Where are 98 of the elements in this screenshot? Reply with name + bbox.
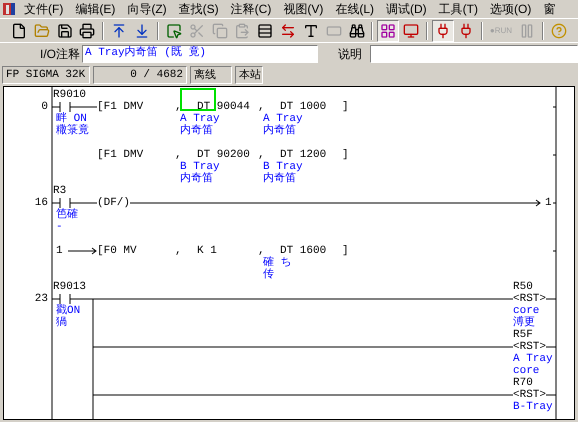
operand-comment: B Tray <box>263 161 303 173</box>
status-field: FP SIGMA 32K <box>2 66 90 84</box>
menu-item[interactable]: 注释(C) <box>224 0 278 18</box>
cursor-icon <box>166 22 182 38</box>
coil-instruction: <RST> <box>513 293 546 305</box>
operand-comment: 内奇笛 <box>180 125 213 137</box>
new-file-icon <box>10 22 27 38</box>
comma-separator: , <box>258 245 265 257</box>
coil-comment: core <box>513 365 540 377</box>
coil-label: R70 <box>513 377 533 389</box>
printer-icon <box>79 22 96 38</box>
operand: DT 90200 <box>197 149 250 161</box>
contact-comment: 畔 ON <box>56 113 87 125</box>
swap-arrows-icon <box>280 22 296 38</box>
operand-comment: B Tray <box>180 161 220 173</box>
menu-item[interactable]: 调试(D) <box>380 0 433 18</box>
comma-separator: , <box>175 245 182 257</box>
comma-separator: , <box>258 149 265 161</box>
comma-separator: , <box>175 149 182 161</box>
grid-icon <box>257 22 274 38</box>
coil-comment: 溥更 <box>513 317 535 329</box>
comma-separator: , <box>258 101 265 113</box>
description-field[interactable] <box>370 44 578 62</box>
coil-comment: A Tray <box>513 353 553 365</box>
operand-comment: 確 ち <box>263 257 292 269</box>
coil-comment: core <box>513 305 540 317</box>
binoculars-icon <box>348 22 364 38</box>
coil-comment: B-Tray <box>513 401 553 413</box>
monitor-icon <box>403 22 420 38</box>
closing-bracket: ] <box>342 245 349 257</box>
status-field: 离线 <box>190 66 232 84</box>
jump-target: 1 <box>545 197 552 209</box>
instruction: [F1 DMV <box>97 101 144 113</box>
operand: DT 90044 <box>197 101 250 113</box>
menu-item[interactable]: 文件(F) <box>18 0 70 18</box>
wire <box>546 298 556 300</box>
contact-comment: - <box>56 221 63 233</box>
comma-separator: , <box>175 101 182 113</box>
operand-comment: A Tray <box>180 113 220 125</box>
menu-item[interactable]: 向导(Z) <box>121 0 173 18</box>
app-icon <box>2 2 16 16</box>
folder-icon <box>34 22 50 38</box>
operand: DT 1600 <box>280 245 326 257</box>
output-instruction: (DF/) <box>97 197 130 209</box>
status-field: 0 / 4682 <box>93 66 187 84</box>
operand-comment: 内奇笛 <box>180 173 213 185</box>
instruction: [F0 MV <box>97 245 137 257</box>
contact-label: R9013 <box>53 281 86 293</box>
contact-comment: 糤箓竟 <box>56 125 89 137</box>
pause-icon <box>519 22 536 38</box>
operand-comment: A Tray <box>263 113 303 125</box>
save-icon <box>56 22 73 38</box>
contact-symbol <box>52 198 98 208</box>
continuation-marker: 1 <box>56 245 63 257</box>
clipboard-icon <box>234 22 250 38</box>
io-comment-field[interactable]: A Tray内奇笛 (既 竟) <box>82 44 318 62</box>
wire <box>546 346 556 348</box>
contact-comment: 笆確 <box>56 209 78 221</box>
continuation-arrow <box>68 248 97 254</box>
closing-bracket: ] <box>342 149 349 161</box>
status-field: 本站 <box>235 66 263 84</box>
operand: K 1 <box>197 245 217 257</box>
closing-bracket: ] <box>342 101 349 113</box>
letter-icon <box>302 22 319 38</box>
description-label: 说明 <box>338 46 363 62</box>
io-comment-label: I/O注释 <box>38 46 81 62</box>
step-number: 0 <box>40 101 48 113</box>
operand-comment: 内奇笛 <box>263 125 296 137</box>
menu-item[interactable]: 编辑(E) <box>69 0 122 18</box>
ladder-button[interactable] <box>377 20 400 42</box>
contact-comment: 戳ON <box>56 305 80 317</box>
operand: DT 1200 <box>280 149 326 161</box>
menu-item[interactable]: 工具(T) <box>432 0 484 18</box>
ladder-icon <box>380 22 396 38</box>
step-number: 16 <box>34 197 48 209</box>
operand: DT 1000 <box>280 101 326 113</box>
menu-item[interactable]: 选项(O) <box>484 0 538 18</box>
contact-comment: 猧 <box>56 317 67 329</box>
contact-label: R3 <box>53 185 66 197</box>
coil-instruction: <RST> <box>513 341 546 353</box>
contact-symbol <box>52 102 98 112</box>
wire <box>546 394 556 396</box>
operand-comment: 传 <box>263 269 274 281</box>
step-number: 23 <box>34 293 48 305</box>
scissors-icon <box>188 22 205 38</box>
menu-item[interactable]: 在线(L) <box>329 0 380 18</box>
plug-button[interactable] <box>432 20 454 42</box>
coil-label: R50 <box>513 281 533 293</box>
contact-label: R9010 <box>53 89 86 101</box>
help-icon <box>550 22 567 38</box>
menu-item[interactable]: 窗 <box>537 0 562 18</box>
operand-comment: 内奇笛 <box>263 173 296 185</box>
instruction: [F1 DMV <box>97 149 144 161</box>
coil-instruction: <RST> <box>513 389 546 401</box>
coil-label: R5F <box>513 329 533 341</box>
menu-item[interactable]: 查找(S) <box>172 0 225 18</box>
menu-item[interactable]: 视图(V) <box>277 0 330 18</box>
copy-icon <box>212 22 228 38</box>
